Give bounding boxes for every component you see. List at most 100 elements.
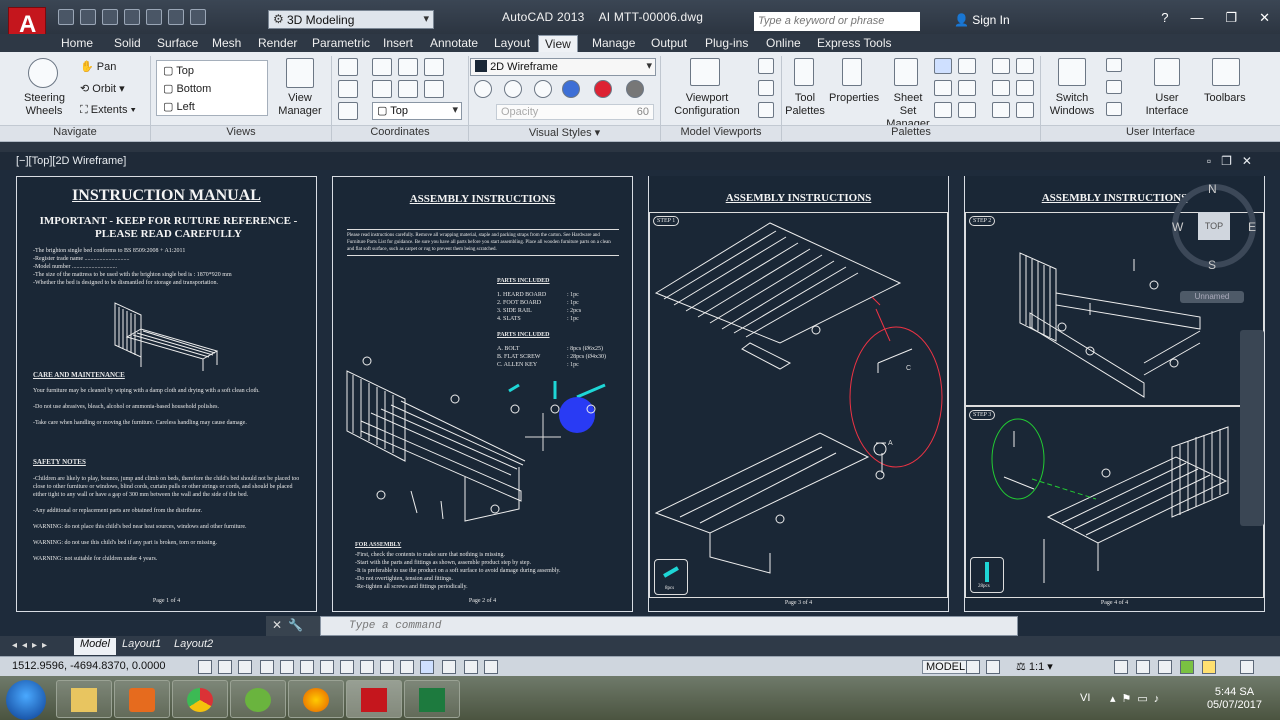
view-manager-label[interactable]: View Manager xyxy=(278,92,322,118)
ucs-zaxis-icon[interactable] xyxy=(424,58,444,76)
selection-cycling-icon[interactable] xyxy=(464,660,478,674)
grid-icon[interactable] xyxy=(238,660,252,674)
orbit-button[interactable]: ⟲ Orbit ▾ xyxy=(80,82,125,95)
compass-west[interactable]: W xyxy=(1172,220,1183,234)
visual-styles-panel-title[interactable]: Visual Styles ▾ xyxy=(469,125,660,141)
user-interface-panel-title[interactable]: User Interface xyxy=(1041,125,1280,141)
lights-icon[interactable] xyxy=(626,80,644,98)
explorer-taskbar-button[interactable] xyxy=(56,680,112,718)
workspace-switching-icon[interactable] xyxy=(1114,660,1128,674)
sheet-page-3[interactable]: ASSEMBLY INSTRUCTIONS STEP 1 C A 8pcs Pa… xyxy=(648,176,949,612)
ucs-x-icon[interactable] xyxy=(372,80,392,98)
lineweight-icon[interactable] xyxy=(400,660,414,674)
sheet-set-manager-icon[interactable] xyxy=(894,58,918,86)
ucs-3point-icon[interactable] xyxy=(338,102,358,120)
views-panel-title[interactable]: Views xyxy=(151,125,331,141)
coordinates-panel-title[interactable]: Coordinates xyxy=(332,125,468,141)
viewport-controls[interactable]: [−][Top][2D Wireframe] ▫❐✕ xyxy=(0,152,1280,170)
xray-icon[interactable] xyxy=(534,80,552,98)
polar-icon[interactable] xyxy=(280,660,294,674)
ducs-icon[interactable] xyxy=(360,660,374,674)
ucs-y-icon[interactable] xyxy=(398,80,418,98)
edges-icon[interactable] xyxy=(504,80,522,98)
tab-manage[interactable]: Manage xyxy=(586,35,641,52)
design-center-icon[interactable] xyxy=(934,80,952,96)
plot-icon[interactable] xyxy=(146,9,162,25)
viewcube-top-face[interactable]: TOP xyxy=(1198,212,1230,240)
navigation-bar[interactable] xyxy=(1240,330,1264,526)
ucs-icon[interactable] xyxy=(338,58,358,76)
quick-view-drawings-icon[interactable] xyxy=(986,660,1000,674)
media-player-taskbar-button[interactable] xyxy=(114,680,170,718)
sign-in-button[interactable]: 👤 Sign In xyxy=(954,13,1010,27)
sheet-page-1[interactable]: INSTRUCTION MANUAL IMPORTANT - KEEP FOR … xyxy=(16,176,317,612)
view-top-item[interactable]: ▢ Top xyxy=(163,64,194,77)
tab-output[interactable]: Output xyxy=(645,35,693,52)
shading-icon[interactable] xyxy=(474,80,492,98)
tab-annotate[interactable]: Annotate xyxy=(424,35,484,52)
step3-drawing[interactable] xyxy=(966,407,1264,599)
color-sphere-icon[interactable] xyxy=(562,80,580,98)
switch-windows-icon[interactable] xyxy=(1058,58,1086,86)
model-viewports-panel-title[interactable]: Model Viewports xyxy=(661,125,781,141)
tray-icons[interactable]: ▴⚑▭♪ xyxy=(1110,692,1165,705)
lock-ui-icon[interactable] xyxy=(1136,660,1150,674)
save-icon[interactable] xyxy=(102,9,118,25)
palettes-panel-title[interactable]: Palettes xyxy=(782,125,1040,141)
command-line-controls[interactable]: ✕🔧 xyxy=(266,616,320,636)
ucs-previous-icon[interactable] xyxy=(338,80,358,98)
extents-button[interactable]: ⛶ Extents ▾ xyxy=(80,104,136,117)
command-input[interactable]: Type a command xyxy=(320,616,1018,636)
redo-icon[interactable] xyxy=(190,9,206,25)
calculator-icon[interactable] xyxy=(934,102,952,118)
quick-view-layouts-icon[interactable] xyxy=(966,660,980,674)
visual-styles-palette-icon[interactable] xyxy=(1016,102,1034,118)
tab-model[interactable]: Model xyxy=(74,638,116,655)
camera-palette-icon[interactable] xyxy=(992,102,1010,118)
steering-wheels-label[interactable]: Steering Wheels xyxy=(24,92,65,118)
step1-drawing[interactable]: C A xyxy=(650,213,948,597)
viewport-configuration-icon[interactable] xyxy=(690,58,720,86)
tab-view[interactable]: View xyxy=(538,35,578,52)
properties-label[interactable]: Properties xyxy=(829,92,879,104)
palette-toggle-icon[interactable] xyxy=(934,58,952,74)
tab-render[interactable]: Render xyxy=(252,35,303,52)
dyn-icon[interactable] xyxy=(380,660,394,674)
view-bottom-item[interactable]: ▢ Bottom xyxy=(163,82,211,95)
ucs-z-icon[interactable] xyxy=(424,80,444,98)
chrome-taskbar-button[interactable] xyxy=(172,680,228,718)
pan-button[interactable]: ✋ Pan xyxy=(80,60,116,73)
isolate-objects-icon[interactable] xyxy=(1180,660,1194,674)
quick-properties-icon[interactable] xyxy=(442,660,456,674)
drawing-window-controls[interactable]: ▫❐✕ xyxy=(1207,154,1262,168)
compass-east[interactable]: E xyxy=(1248,220,1256,234)
snap-icon[interactable] xyxy=(218,660,232,674)
osnap-icon[interactable] xyxy=(300,660,314,674)
viewcube[interactable]: TOP N S E W xyxy=(1172,182,1256,272)
toolbars-icon[interactable] xyxy=(1212,58,1240,86)
tab-navigation-arrows[interactable]: ◂◂▸▸ xyxy=(12,640,52,651)
tab-layout[interactable]: Layout xyxy=(488,35,536,52)
materials-icon[interactable] xyxy=(992,58,1010,74)
restore-viewports-icon[interactable] xyxy=(758,102,774,118)
annotation-scale[interactable]: ⚖ 1:1 ▾ xyxy=(1016,660,1053,673)
compass-south[interactable]: S xyxy=(1208,258,1216,272)
search-input[interactable]: Type a keyword or phrase xyxy=(754,12,920,31)
tool-palettes-label[interactable]: Tool Palettes xyxy=(784,92,826,118)
tile-horizontal-icon[interactable] xyxy=(1106,58,1122,72)
tab-surface[interactable]: Surface xyxy=(151,35,204,52)
tool-palettes-icon[interactable] xyxy=(794,58,814,86)
tab-layout2[interactable]: Layout2 xyxy=(174,638,213,650)
open-icon[interactable] xyxy=(80,9,96,25)
green-app-taskbar-button[interactable] xyxy=(230,680,286,718)
sun-palette-icon[interactable] xyxy=(1016,80,1034,96)
transparency-icon[interactable] xyxy=(420,660,434,674)
user-interface-label[interactable]: User Interface xyxy=(1144,92,1190,118)
lightbulb-icon[interactable] xyxy=(1202,660,1216,674)
autocad-taskbar-button[interactable] xyxy=(346,680,402,718)
properties-icon[interactable] xyxy=(842,58,862,86)
infer-constraints-icon[interactable] xyxy=(198,660,212,674)
switch-windows-label[interactable]: Switch Windows xyxy=(1048,92,1096,118)
viewport-configuration-label[interactable]: Viewport Configuration xyxy=(670,92,744,118)
workspace-select[interactable]: 3D Modeling xyxy=(268,10,434,29)
